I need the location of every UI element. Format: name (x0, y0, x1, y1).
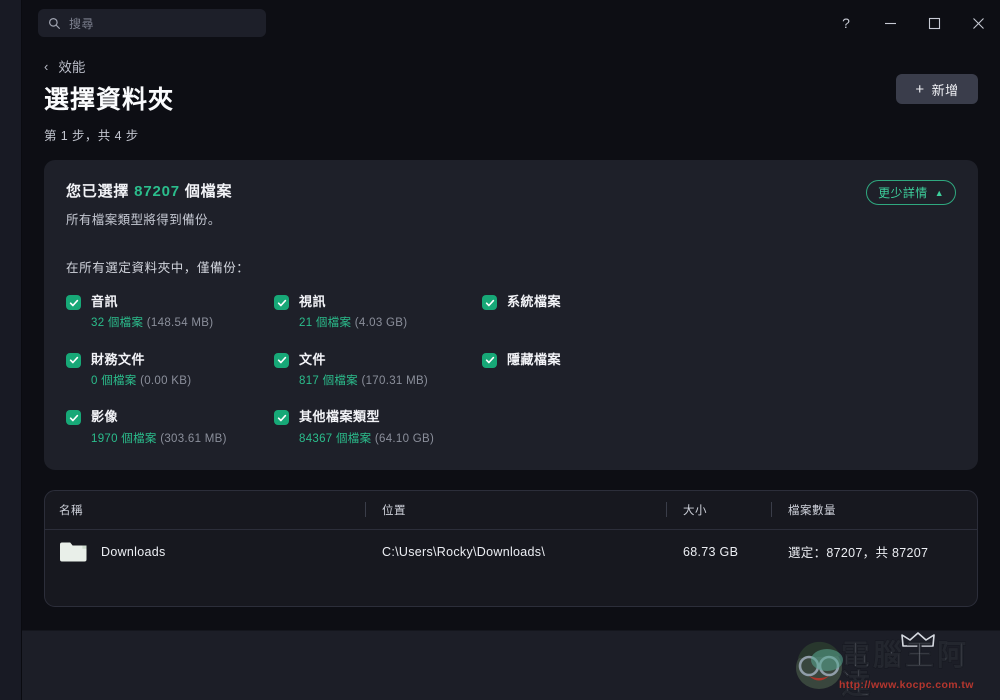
toggle-details-label: 更少詳情 (878, 186, 928, 200)
title-bar: 搜尋 ? (22, 0, 1000, 46)
checkbox-checked-icon[interactable] (274, 295, 289, 310)
chevron-left-icon: ‹ (44, 58, 49, 74)
left-rail (0, 0, 22, 700)
folder-icon (60, 542, 87, 562)
checkbox-checked-icon[interactable] (66, 295, 81, 310)
column-header-location[interactable]: 位置 (366, 491, 666, 529)
category-item-video[interactable]: 視訊 21 個檔案 (4.03 GB) (274, 293, 482, 331)
checkbox-checked-icon[interactable] (482, 295, 497, 310)
category-label: 影像 (91, 409, 119, 425)
plus-icon: + (915, 80, 925, 98)
search-icon (49, 17, 60, 29)
checkbox-checked-icon[interactable] (482, 352, 497, 368)
column-header-size[interactable]: 大小 (667, 491, 771, 529)
category-label: 音訊 (91, 294, 119, 309)
category-meta: 32 個檔案 (148.54 MB) (91, 317, 213, 330)
content-area: 您已選擇 87207 個檔案 所有檔案類型將得到備份。 更少詳情 ▲ 在所有選定… (22, 144, 1000, 630)
category-item-images[interactable]: 影像 1970 個檔案 (303.61 MB) (66, 408, 274, 446)
category-file-count: 21 個檔案 (299, 317, 352, 330)
category-size: (148.54 MB) (146, 317, 214, 330)
category-file-count: 84367 個檔案 (299, 432, 372, 445)
minimize-button[interactable] (868, 0, 912, 46)
category-file-count: 1970 個檔案 (91, 432, 157, 445)
category-item-other-types[interactable]: 其他檔案類型 84367 個檔案 (64.10 GB) (274, 408, 482, 446)
category-item-audio[interactable]: 音訊 32 個檔案 (148.54 MB) (66, 293, 274, 331)
category-size: (64.10 GB) (374, 432, 435, 445)
summary-title: 您已選擇 87207 個檔案 (66, 180, 956, 201)
close-icon (972, 17, 984, 29)
category-item-hidden-files[interactable]: 隱藏檔案 (482, 351, 956, 389)
add-button-label: 新增 (931, 82, 959, 98)
folder-table: 名稱 位置 大小 檔案數量 Downloads C:\Users\Rocky\D… (44, 489, 978, 607)
table-header-row: 名稱 位置 大小 檔案數量 (45, 491, 977, 530)
cell-name: Downloads (59, 530, 365, 574)
category-grid: 音訊 32 個檔案 (148.54 MB) 視訊 21 個檔案 (4.03 GB… (66, 293, 956, 446)
checkbox-checked-icon[interactable] (66, 352, 81, 368)
cell-file-count: 選定：87207，共 87207 (788, 546, 929, 561)
summary-title-prefix: 您已選擇 (66, 183, 135, 200)
column-header-count[interactable]: 檔案數量 (772, 491, 977, 529)
footer-bar (22, 630, 1000, 700)
minimize-icon (884, 22, 896, 24)
category-grid-spacer (482, 408, 956, 446)
checkbox-checked-icon[interactable] (274, 352, 289, 368)
main-area: 搜尋 ? ‹ 效能 選擇資料夾 第 1 步，共 4 步 + 新增 您已選擇 87… (22, 0, 1000, 700)
checkbox-checked-icon[interactable] (274, 410, 289, 426)
folder-name: Downloads (101, 544, 166, 559)
close-button[interactable] (956, 0, 1000, 46)
category-item-system-files[interactable]: 系統檔案 (482, 293, 956, 331)
page-title: 選擇資料夾 (44, 86, 175, 114)
category-size: (4.03 GB) (354, 317, 408, 330)
page-header: ‹ 效能 選擇資料夾 第 1 步，共 4 步 + 新增 (22, 46, 1000, 144)
table-row[interactable]: Downloads C:\Users\Rocky\Downloads\ 68.7… (45, 530, 977, 574)
column-header-name[interactable]: 名稱 (59, 491, 365, 529)
category-item-documents[interactable]: 文件 817 個檔案 (170.31 MB) (274, 351, 482, 389)
category-label: 視訊 (299, 294, 327, 309)
maximize-button[interactable] (912, 0, 956, 46)
help-icon: ? (842, 15, 850, 31)
category-file-count: 32 個檔案 (91, 317, 144, 330)
checkbox-checked-icon[interactable] (66, 410, 81, 426)
category-label: 財務文件 (91, 351, 146, 367)
category-meta: 0 個檔案 (0.00 KB) (91, 375, 191, 388)
window-controls: ? (824, 0, 1000, 46)
cell-size: 68.73 GB (683, 544, 739, 559)
category-file-count: 0 個檔案 (91, 375, 137, 387)
summary-file-count: 87207 (134, 183, 180, 200)
search-input[interactable]: 搜尋 (38, 9, 266, 37)
help-button[interactable]: ? (824, 0, 868, 46)
table-footer-space (45, 574, 977, 606)
category-size: (303.61 MB) (160, 432, 227, 445)
back-link[interactable]: ‹ 效能 (44, 56, 85, 76)
category-meta: 817 個檔案 (170.31 MB) (299, 375, 428, 388)
step-indicator: 第 1 步，共 4 步 (44, 129, 139, 143)
maximize-icon (928, 17, 940, 29)
selection-summary-card: 您已選擇 87207 個檔案 所有檔案類型將得到備份。 更少詳情 ▲ 在所有選定… (44, 160, 978, 470)
toggle-details-button[interactable]: 更少詳情 ▲ (866, 180, 956, 205)
summary-title-suffix: 個檔案 (179, 183, 233, 200)
category-label: 其他檔案類型 (299, 409, 381, 425)
category-label: 文件 (299, 351, 327, 367)
search-placeholder: 搜尋 (69, 16, 95, 31)
cell-location: C:\Users\Rocky\Downloads\ (382, 544, 546, 559)
category-label: 隱藏檔案 (507, 351, 562, 367)
category-label: 系統檔案 (507, 294, 562, 309)
category-size: (0.00 KB) (140, 375, 192, 387)
category-meta: 21 個檔案 (4.03 GB) (299, 317, 407, 330)
category-item-financial-docs[interactable]: 財務文件 0 個檔案 (0.00 KB) (66, 351, 274, 389)
category-meta: 1970 個檔案 (303.61 MB) (91, 433, 227, 446)
app-window: 搜尋 ? ‹ 效能 選擇資料夾 第 1 步，共 4 步 + 新增 您已選擇 87… (0, 0, 1000, 700)
chevron-up-icon: ▲ (934, 187, 944, 198)
category-file-count: 817 個檔案 (299, 375, 358, 387)
filter-label: 在所有選定資料夾中，僅備份： (66, 261, 250, 275)
add-button[interactable]: + 新增 (896, 74, 978, 104)
category-size: (170.31 MB) (361, 375, 429, 387)
category-meta: 84367 個檔案 (64.10 GB) (299, 433, 434, 446)
back-link-label: 效能 (58, 60, 86, 75)
summary-subtitle: 所有檔案類型將得到備份。 (66, 213, 221, 227)
